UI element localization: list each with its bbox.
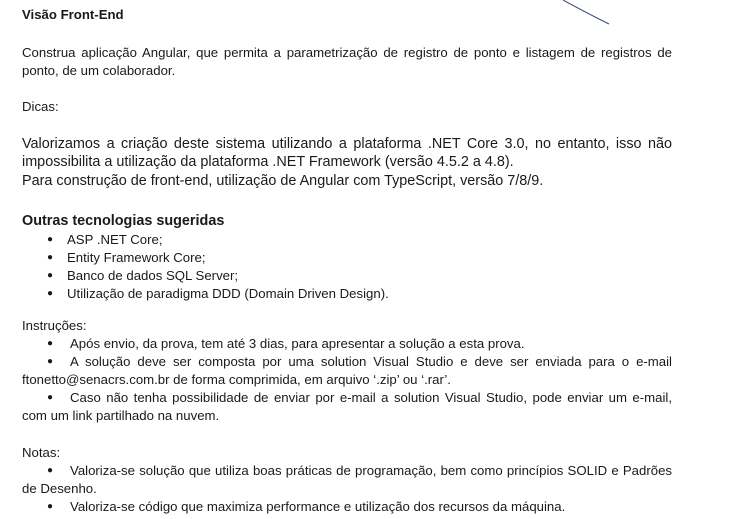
instruction-line: Caso não tenha possibilidade de enviar p… xyxy=(70,390,672,405)
bullet-icon: ● xyxy=(47,465,54,476)
tips-line-1: Valorizamos a criação deste sistema util… xyxy=(22,136,672,152)
instruction-line: A solução deve ser composta por uma solu… xyxy=(70,354,672,369)
tips-label: Dicas: xyxy=(22,99,59,114)
note-line: Valoriza-se código que maximiza performa… xyxy=(70,499,566,514)
bullet-icon: ● xyxy=(47,270,54,281)
bullet-icon: ● xyxy=(47,288,54,299)
instruction-line: ftonetto@senacrs.com.br de forma comprim… xyxy=(22,372,451,387)
instruction-line: com um link partilhado na nuvem. xyxy=(22,408,220,423)
note-line: Valoriza-se solução que utiliza boas prá… xyxy=(70,463,672,478)
note-line: de Desenho. xyxy=(22,481,97,496)
tech-item: Entity Framework Core; xyxy=(67,250,206,265)
intro-line-1: Construa aplicação Angular, que permita … xyxy=(22,45,672,60)
tech-item: Utilização de paradigma DDD (Domain Driv… xyxy=(67,286,389,301)
intro-line-2: ponto, de um colaborador. xyxy=(22,63,176,78)
bullet-icon: ● xyxy=(47,501,54,512)
tech-item: Banco de dados SQL Server; xyxy=(67,268,239,283)
instruction-line: Após envio, da prova, tem até 3 dias, pa… xyxy=(70,336,525,351)
tech-heading: Outras tecnologias sugeridas xyxy=(22,213,225,229)
notes-label: Notas: xyxy=(22,445,61,460)
document-title: Visão Front-End xyxy=(22,7,124,22)
bullet-icon: ● xyxy=(47,356,54,367)
tech-item: ASP .NET Core; xyxy=(67,232,163,247)
bullet-icon: ● xyxy=(47,252,54,263)
tips-line-3: Para construção de front-end, utilização… xyxy=(22,173,544,189)
bullet-icon: ● xyxy=(47,392,54,403)
bullet-icon: ● xyxy=(47,234,54,245)
bullet-icon: ● xyxy=(47,338,54,349)
tips-line-2: impossibilita a utilização da plataforma… xyxy=(22,154,514,170)
instructions-label: Instruções: xyxy=(22,318,87,333)
